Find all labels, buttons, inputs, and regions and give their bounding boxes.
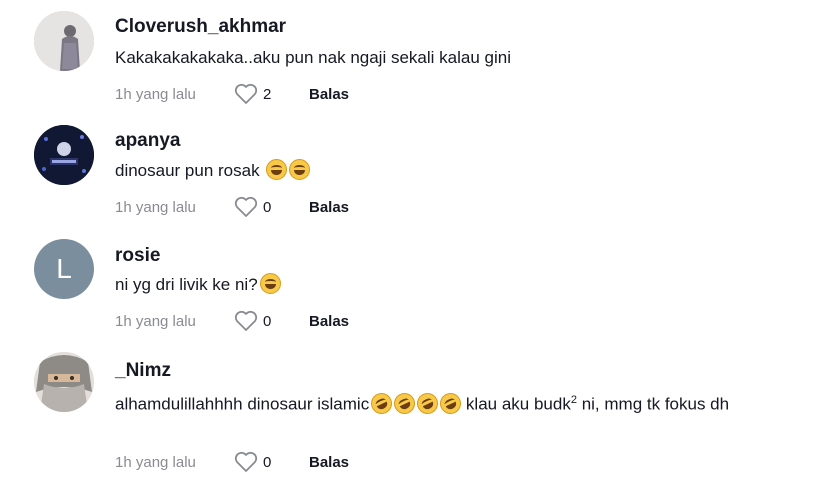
comment-text-part: klau aku budk [461,394,571,414]
reply-button[interactable]: Balas [309,454,349,471]
reply-button[interactable]: Balas [309,86,349,103]
rofl-emoji [367,389,396,418]
comment-text: ni yg dri livik ke ni? [115,272,805,298]
comment-text: Kakakakakakaka..aku pun nak ngaji sekali… [115,48,511,67]
like-button[interactable]: 0 [233,450,299,474]
grinning-sweat-emoji [259,273,281,294]
like-count: 0 [263,198,272,216]
comment-username[interactable]: Cloverush_akhmar [115,16,286,38]
comment-time: 1h yang lalu [115,85,196,103]
comment-text-content: dinosaur pun rosak [115,161,260,180]
like-count: 0 [263,312,272,330]
heart-outline-icon [234,310,258,331]
like-button[interactable]: 0 [233,309,299,333]
comment-text: dinosaur pun rosak [115,158,805,184]
heart-outline-icon [234,196,258,217]
grinning-sweat-emoji [266,159,288,180]
avatar[interactable] [34,11,94,71]
grinning-sweat-emoji [289,159,311,180]
comment-username[interactable]: apanya [115,130,180,152]
avatar[interactable] [34,125,94,185]
like-count: 2 [263,85,272,103]
rofl-emoji [413,389,442,418]
rofl-emoji [390,389,419,418]
comment-meta: 1h yang lalu 0 Balas [115,195,349,219]
heart-outline-icon [234,451,258,472]
comment-text-part: ni, mmg tk fokus dh [576,394,730,414]
like-button[interactable]: 0 [233,195,299,219]
reply-button[interactable]: Balas [309,313,349,330]
comment-text-content: ni yg dri livik ke ni? [115,275,258,294]
like-count: 0 [263,453,272,471]
like-button[interactable]: 2 [233,82,299,106]
comment-time: 1h yang lalu [115,198,196,216]
reply-button[interactable]: Balas [309,199,349,216]
comment-text: alhamdulillahhhh dinosaur islamic klau a… [115,387,805,418]
avatar[interactable] [34,352,94,412]
comment-time: 1h yang lalu [115,312,196,330]
comment-text-part: alhamdulillahhhh dinosaur islamic [115,394,370,414]
avatar-letter: L [56,253,72,284]
comment-time: 1h yang lalu [115,453,196,471]
avatar[interactable]: L [34,239,94,299]
comment-username[interactable]: rosie [115,245,160,267]
comment-meta: 1h yang lalu 0 Balas [115,450,349,474]
comment-meta: 1h yang lalu 0 Balas [115,309,349,333]
heart-outline-icon [234,83,258,104]
comment-username[interactable]: _Nimz [115,360,171,382]
comment-meta: 1h yang lalu 2 Balas [115,82,349,106]
